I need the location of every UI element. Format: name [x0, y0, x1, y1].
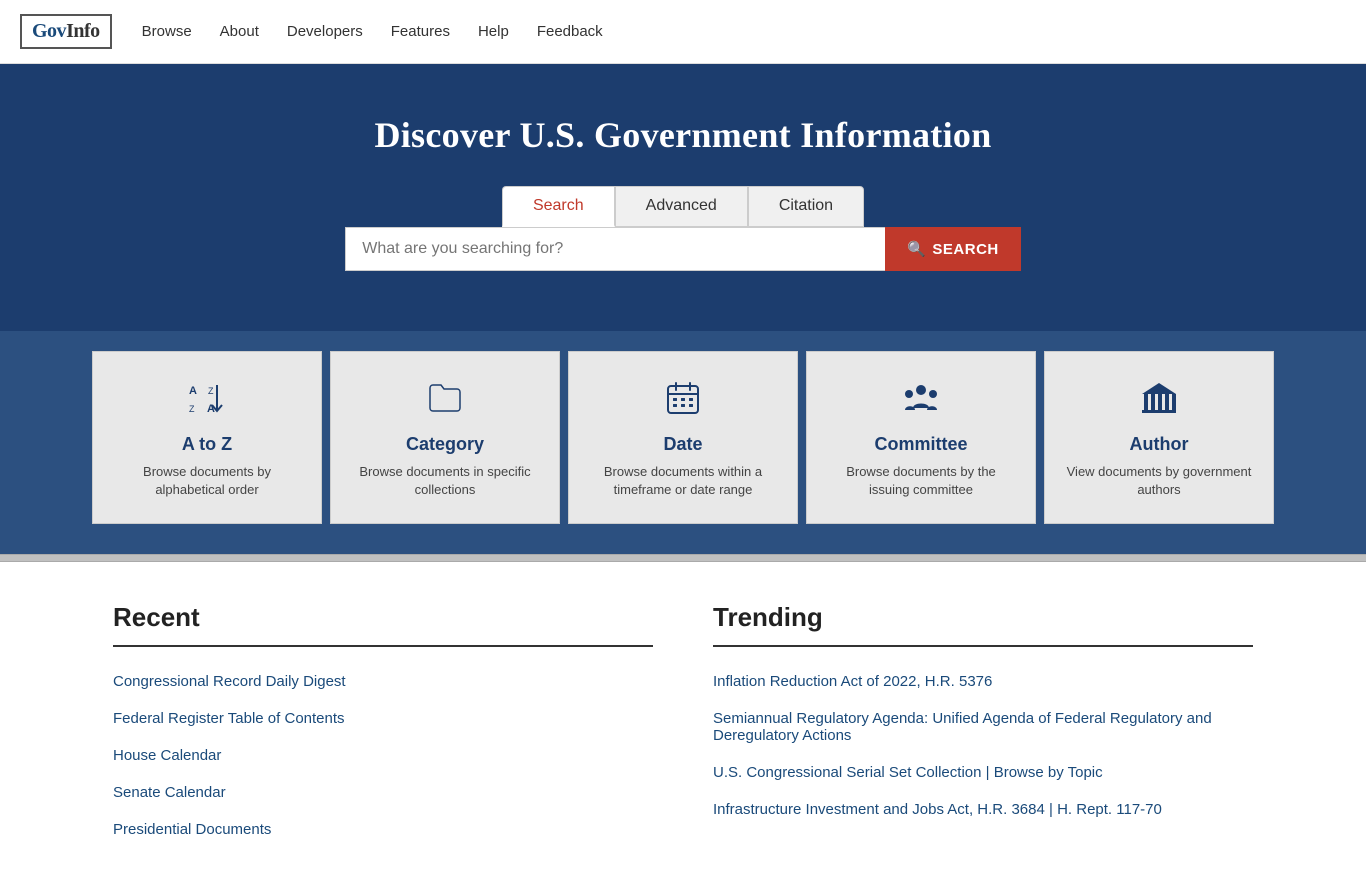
date-icon [589, 380, 777, 424]
trending-item-1[interactable]: Semiannual Regulatory Agenda: Unified Ag… [713, 710, 1212, 744]
nav-features[interactable]: Features [391, 23, 450, 40]
card-committee-desc: Browse documents by the issuing committe… [827, 463, 1015, 499]
nav-about[interactable]: About [220, 23, 259, 40]
hero-section: Discover U.S. Government Information Sea… [0, 64, 1366, 331]
card-author-title: Author [1065, 434, 1253, 455]
list-item[interactable]: House Calendar [113, 737, 653, 774]
content-section: Recent Congressional Record Daily Digest… [83, 562, 1283, 888]
recent-divider [113, 645, 653, 647]
navbar: GovInfo Browse About Developers Features… [0, 0, 1366, 64]
card-author[interactable]: Author View documents by government auth… [1044, 351, 1274, 524]
hero-title: Discover U.S. Government Information [20, 114, 1346, 156]
svg-text:Z: Z [189, 404, 195, 414]
recent-list: Congressional Record Daily Digest Federa… [113, 663, 653, 848]
svg-text:A: A [207, 403, 215, 415]
search-button[interactable]: 🔍 SEARCH [885, 227, 1021, 271]
nav-help[interactable]: Help [478, 23, 509, 40]
card-a-to-z-desc: Browse documents by alphabetical order [113, 463, 301, 499]
logo-gov: Gov [32, 20, 66, 42]
trending-section: Trending Inflation Reduction Act of 2022… [713, 602, 1253, 848]
card-date-title: Date [589, 434, 777, 455]
logo[interactable]: GovInfo [20, 14, 112, 49]
tab-citation[interactable]: Citation [748, 186, 864, 227]
recent-item-3[interactable]: Senate Calendar [113, 784, 226, 801]
category-icon [351, 380, 539, 424]
card-committee-title: Committee [827, 434, 1015, 455]
a-to-z-icon: A Z Z A [113, 380, 301, 424]
recent-item-4[interactable]: Presidential Documents [113, 821, 271, 838]
search-tabs: Search Advanced Citation [20, 186, 1346, 227]
recent-item-2[interactable]: House Calendar [113, 747, 221, 764]
nav-developers[interactable]: Developers [287, 23, 363, 40]
svg-text:A: A [189, 385, 197, 397]
card-a-to-z[interactable]: A Z Z A A to Z Browse documents by alpha… [92, 351, 322, 524]
recent-item-1[interactable]: Federal Register Table of Contents [113, 710, 345, 727]
trending-item-3[interactable]: Infrastructure Investment and Jobs Act, … [713, 801, 1162, 818]
browse-cards: A Z Z A A to Z Browse documents by alpha… [83, 351, 1283, 524]
list-item[interactable]: Inflation Reduction Act of 2022, H.R. 53… [713, 663, 1253, 700]
card-category-title: Category [351, 434, 539, 455]
nav-feedback[interactable]: Feedback [537, 23, 603, 40]
list-item[interactable]: U.S. Congressional Serial Set Collection… [713, 754, 1253, 791]
card-author-desc: View documents by government authors [1065, 463, 1253, 499]
card-date[interactable]: Date Browse documents within a timeframe… [568, 351, 798, 524]
list-item[interactable]: Infrastructure Investment and Jobs Act, … [713, 791, 1253, 828]
svg-text:Z: Z [208, 386, 214, 396]
nav-browse[interactable]: Browse [142, 23, 192, 40]
list-item[interactable]: Presidential Documents [113, 811, 653, 848]
list-item[interactable]: Senate Calendar [113, 774, 653, 811]
card-category-desc: Browse documents in specific collections [351, 463, 539, 499]
card-a-to-z-title: A to Z [113, 434, 301, 455]
recent-section: Recent Congressional Record Daily Digest… [113, 602, 653, 848]
committee-icon [827, 380, 1015, 424]
card-category[interactable]: Category Browse documents in specific co… [330, 351, 560, 524]
list-item[interactable]: Congressional Record Daily Digest [113, 663, 653, 700]
recent-title: Recent [113, 602, 653, 633]
trending-divider [713, 645, 1253, 647]
card-date-desc: Browse documents within a timeframe or d… [589, 463, 777, 499]
nav-links: Browse About Developers Features Help Fe… [142, 23, 603, 41]
trending-item-2[interactable]: U.S. Congressional Serial Set Collection… [713, 764, 1103, 781]
search-bar-container: 🔍 SEARCH [20, 227, 1346, 271]
list-item[interactable]: Federal Register Table of Contents [113, 700, 653, 737]
search-input[interactable] [345, 227, 885, 271]
card-committee[interactable]: Committee Browse documents by the issuin… [806, 351, 1036, 524]
section-divider [0, 554, 1366, 562]
search-button-label: SEARCH [932, 241, 998, 258]
list-item[interactable]: Semiannual Regulatory Agenda: Unified Ag… [713, 700, 1253, 754]
browse-strip: A Z Z A A to Z Browse documents by alpha… [0, 331, 1366, 554]
logo-info: Info [66, 20, 100, 42]
tab-search[interactable]: Search [502, 186, 615, 227]
tab-advanced[interactable]: Advanced [615, 186, 748, 227]
search-icon: 🔍 [907, 240, 926, 258]
author-icon [1065, 380, 1253, 424]
trending-list: Inflation Reduction Act of 2022, H.R. 53… [713, 663, 1253, 828]
trending-title: Trending [713, 602, 1253, 633]
recent-item-0[interactable]: Congressional Record Daily Digest [113, 673, 346, 690]
trending-item-0[interactable]: Inflation Reduction Act of 2022, H.R. 53… [713, 673, 992, 690]
